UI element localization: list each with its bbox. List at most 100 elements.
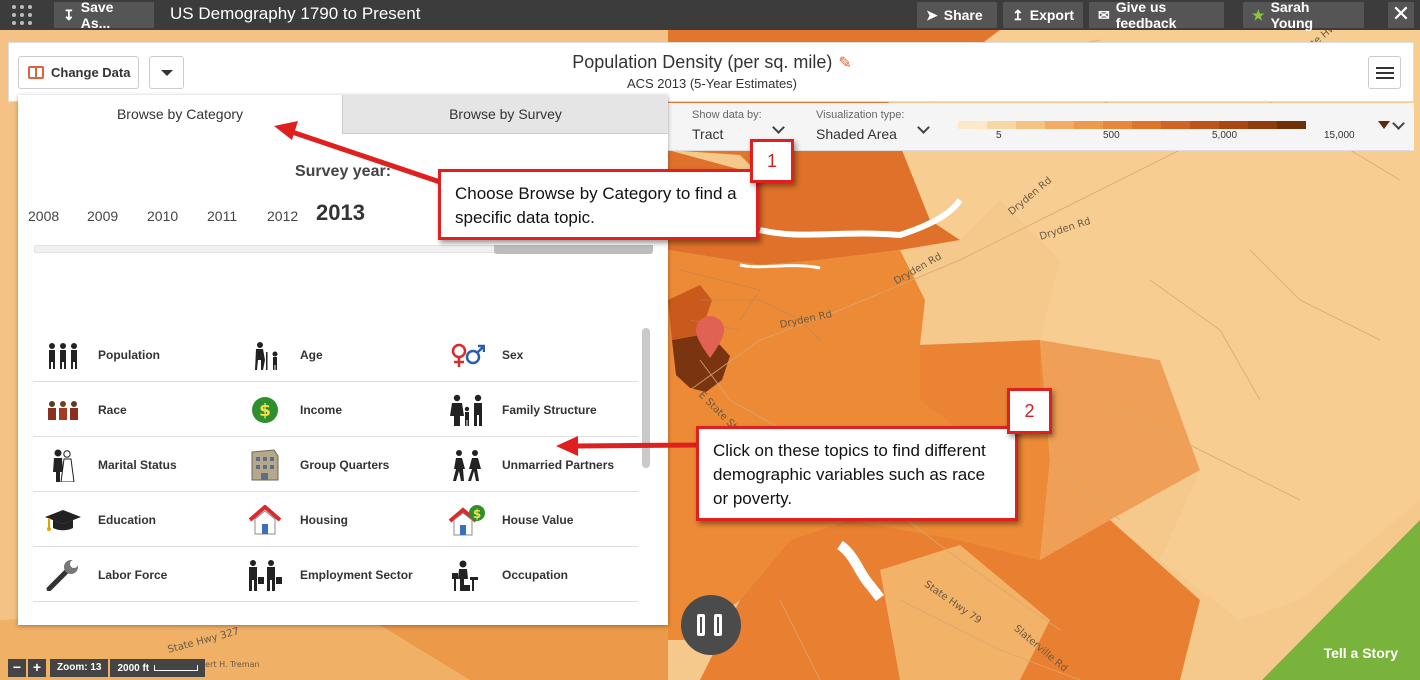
category-employment-sector[interactable]: Employment Sector [235, 547, 435, 602]
map-subtitle: ACS 2013 (5-Year Estimates) [626, 76, 798, 91]
year-slider-handle[interactable] [494, 245, 653, 254]
map-header: Change Data Population Density (per sq. … [8, 42, 1414, 102]
category-labor-force[interactable]: Labor Force [33, 547, 233, 602]
chevron-down-icon[interactable] [917, 121, 930, 134]
people-group-icon [43, 395, 83, 425]
share-label: Share [943, 7, 983, 23]
category-label: Marital Status [98, 457, 177, 472]
category-label: Sex [502, 347, 524, 362]
ramp-swatch [1161, 121, 1190, 129]
ramp-swatch [1248, 121, 1277, 129]
category-label: Unmarried Partners [502, 457, 615, 472]
category-house-value[interactable]: $ House Value [437, 492, 637, 547]
compare-icon-right [714, 614, 722, 636]
compare-icon-left [697, 614, 705, 636]
export-button[interactable]: ↥ Export [1003, 2, 1083, 28]
year-option[interactable]: 2012 [267, 208, 298, 224]
category-race[interactable]: Race [33, 382, 233, 437]
scale-bar: 2000 ft [110, 659, 206, 677]
close-button[interactable]: ✕ [1388, 2, 1414, 28]
house-dollar-icon: $ [447, 504, 487, 535]
category-label: Race [98, 402, 127, 417]
feedback-label: Give us feedback [1115, 0, 1177, 31]
show-by-select[interactable]: Tract [692, 126, 723, 142]
show-by-caption: Show data by: [692, 109, 762, 121]
category-age[interactable]: Age [235, 327, 435, 382]
export-label: Export [1029, 7, 1075, 23]
share-button[interactable]: ➤ Share [917, 2, 997, 28]
user-account-button[interactable]: ★ Sarah Young [1243, 0, 1364, 31]
ramp-swatch [1045, 121, 1074, 129]
tab-browse-by-survey[interactable]: Browse by Survey [342, 95, 668, 134]
ramp-swatch [1016, 121, 1045, 129]
wrench-icon [43, 559, 83, 591]
house-icon [245, 504, 285, 535]
category-label: House Value [502, 512, 574, 527]
zoom-controls: − + Zoom: 13 2000 ft [8, 659, 206, 677]
speech-bubble-icon: ✉ [1098, 6, 1110, 23]
legend-tick: 500 [1103, 130, 1120, 141]
scale-line [154, 665, 199, 671]
tab-browse-by-category[interactable]: Browse by Category [18, 95, 342, 134]
callout-number-2: 2 [1007, 388, 1052, 434]
callout-number-1: 1 [750, 139, 794, 183]
category-group-quarters[interactable]: Group Quarters [235, 437, 435, 492]
year-option[interactable]: 2010 [147, 208, 178, 224]
category-education[interactable]: Education [33, 492, 233, 547]
category-label: Housing [300, 512, 348, 527]
feedback-button[interactable]: ✉ Give us feedback [1089, 0, 1224, 31]
category-scrollbar[interactable] [642, 328, 650, 468]
pencil-icon[interactable]: ✎ [838, 55, 851, 72]
building-icon [245, 448, 285, 480]
save-as-button[interactable]: ↧ Save As... [54, 0, 154, 31]
user-name: Sarah Young [1270, 0, 1314, 31]
year-option-selected[interactable]: 2013 [316, 200, 365, 226]
legend-tick: 15,000 [1324, 130, 1355, 141]
category-label: Occupation [502, 567, 569, 582]
year-option[interactable]: 2011 [207, 208, 237, 224]
zoom-in-button[interactable]: + [28, 659, 46, 677]
ramp-swatch [1103, 121, 1132, 129]
svg-text:$: $ [473, 507, 481, 521]
ramp-swatch [1219, 121, 1248, 129]
category-unmarried-partners[interactable]: Unmarried Partners [437, 437, 637, 492]
year-option[interactable]: 2008 [28, 208, 59, 224]
map-title-text: Population Density (per sq. mile) [572, 52, 833, 72]
category-label: Labor Force [98, 567, 168, 582]
tell-a-story-label[interactable]: Tell a Story [1324, 645, 1398, 661]
category-income[interactable]: $ Income [235, 382, 435, 437]
category-label: Family Structure [502, 402, 597, 417]
category-housing[interactable]: Housing [235, 492, 435, 547]
chevron-down-icon[interactable] [772, 121, 785, 134]
zoom-level: Zoom: 13 [50, 659, 109, 677]
viz-type-caption: Visualization type: [816, 109, 905, 121]
callout-topics: Click on these topics to find different … [696, 426, 1018, 521]
family-icon [447, 394, 487, 426]
category-grid: Population Age Sex Race $ Income Family … [33, 327, 638, 602]
category-sex[interactable]: Sex [437, 327, 637, 382]
chevron-down-icon[interactable] [1392, 117, 1405, 130]
category-label: Income [300, 402, 343, 417]
zoom-out-button[interactable]: − [8, 659, 26, 677]
category-label: Education [98, 512, 157, 527]
viz-type-select[interactable]: Shaded Area [816, 126, 897, 142]
compare-maps-button[interactable] [681, 595, 741, 655]
category-family-structure[interactable]: Family Structure [437, 382, 637, 437]
category-population[interactable]: Population [33, 327, 233, 382]
category-row: Population Age Sex [33, 327, 638, 382]
category-marital-status[interactable]: Marital Status [33, 437, 233, 492]
category-occupation[interactable]: Occupation [437, 547, 637, 602]
apps-grid-icon[interactable] [12, 5, 32, 25]
svg-text:$: $ [259, 401, 271, 421]
color-ramp [958, 121, 1306, 129]
hamburger-menu-button[interactable] [1368, 56, 1401, 89]
map-title: Population Density (per sq. mile) ✎ [9, 52, 1415, 73]
desk-worker-icon [447, 560, 487, 591]
ramp-swatch [987, 121, 1016, 129]
download-icon: ↧ [63, 6, 75, 23]
legend-caret-icon[interactable] [1378, 121, 1390, 129]
year-option[interactable]: 2009 [87, 208, 118, 224]
workers-icon [245, 559, 285, 591]
category-label: Population [98, 347, 160, 362]
category-label: Age [300, 347, 323, 362]
